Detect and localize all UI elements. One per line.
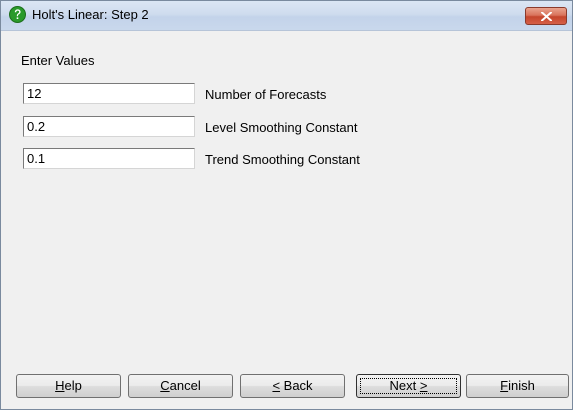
finish-button-mnemonic: F — [500, 378, 509, 393]
close-button[interactable] — [525, 7, 567, 25]
back-button-label: Back — [280, 378, 313, 393]
finish-button-label: inish — [508, 378, 535, 393]
level-smoothing-constant-field[interactable] — [23, 116, 195, 137]
cancel-button[interactable]: Cancel — [128, 374, 233, 398]
back-button[interactable]: < Back — [240, 374, 345, 398]
next-button-mnemonic: > — [419, 378, 428, 393]
help-button[interactable]: Help — [16, 374, 121, 398]
cancel-button-label: ancel — [169, 378, 201, 393]
title-bar[interactable]: Holt's Linear: Step 2 — [1, 1, 572, 31]
back-button-mnemonic: < — [272, 378, 281, 393]
window-title: Holt's Linear: Step 2 — [32, 7, 149, 22]
level-smoothing-constant-label: Level Smoothing Constant — [205, 120, 358, 135]
number-of-forecasts-field[interactable] — [23, 83, 195, 104]
trend-smoothing-constant-label: Trend Smoothing Constant — [205, 152, 360, 167]
help-button-mnemonic: H — [55, 378, 65, 393]
trend-smoothing-constant-field[interactable] — [23, 148, 195, 169]
cancel-button-mnemonic: C — [160, 378, 170, 393]
section-label-enter-values: Enter Values — [21, 53, 95, 68]
next-button[interactable]: Next > — [356, 374, 461, 398]
next-button-label: Next — [389, 378, 420, 393]
help-question-icon — [9, 6, 26, 23]
dialog-window: Holt's Linear: Step 2 Enter Values Numbe… — [0, 0, 573, 410]
number-of-forecasts-label: Number of Forecasts — [205, 87, 327, 102]
help-button-label: elp — [64, 378, 82, 393]
finish-button[interactable]: Finish — [466, 374, 569, 398]
